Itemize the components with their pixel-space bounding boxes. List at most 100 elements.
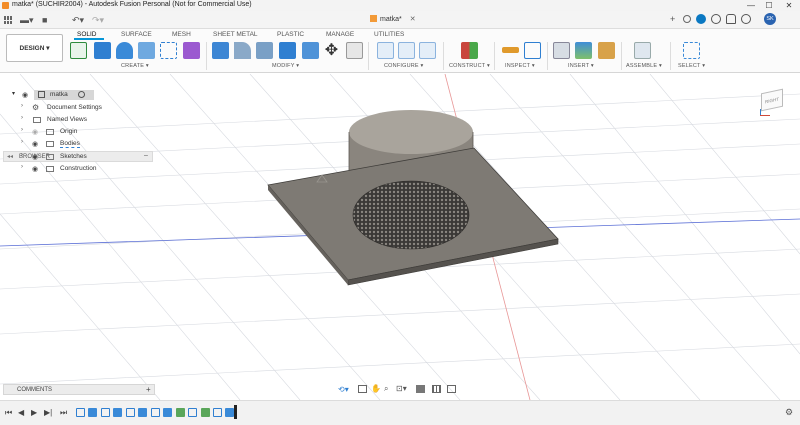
chevron-right-icon[interactable]: › bbox=[21, 115, 23, 121]
redo-icon[interactable]: ↷▾ bbox=[92, 15, 104, 26]
zoom-icon[interactable]: ⌕ bbox=[384, 384, 388, 394]
maximize-icon[interactable]: ☐ bbox=[760, 0, 778, 11]
step-forward-icon[interactable]: ▶| bbox=[44, 408, 52, 417]
close-tab-icon[interactable]: ✕ bbox=[410, 16, 416, 23]
configure-group-label[interactable]: CONFIGURE ▾ bbox=[384, 63, 424, 69]
eye-hidden-icon[interactable]: ◉ bbox=[32, 128, 38, 136]
bell-icon[interactable] bbox=[726, 14, 736, 24]
rectangular-pattern-icon[interactable] bbox=[160, 42, 177, 59]
fillet-icon[interactable] bbox=[234, 42, 251, 59]
construct-group-label[interactable]: CONSTRUCT ▾ bbox=[449, 63, 490, 69]
timeline-sketch-icon[interactable] bbox=[188, 408, 197, 417]
tab-surface[interactable]: SURFACE bbox=[121, 31, 152, 38]
tab-sheet-metal[interactable]: SHEET METAL bbox=[213, 31, 258, 38]
eye-icon[interactable]: ◉ bbox=[22, 91, 28, 99]
timeline-sketch-icon[interactable] bbox=[213, 408, 222, 417]
create-group-label[interactable]: CREATE ▾ bbox=[121, 63, 149, 69]
chevron-down-icon[interactable]: ▾ bbox=[12, 90, 15, 97]
offset-plane-icon[interactable] bbox=[461, 42, 478, 59]
timeline-extrude-icon[interactable] bbox=[88, 408, 97, 417]
display-settings-icon[interactable] bbox=[416, 385, 425, 393]
inspect-group-label[interactable]: INSPECT ▾ bbox=[505, 63, 535, 69]
select-group-label[interactable]: SELECT ▾ bbox=[678, 63, 705, 69]
timeline-settings-gear-icon[interactable]: ⚙ bbox=[785, 407, 793, 418]
timeline-sketch-icon[interactable] bbox=[151, 408, 160, 417]
configure-rule-icon[interactable] bbox=[419, 42, 436, 59]
pan-icon[interactable]: ✋ bbox=[371, 384, 381, 393]
revolve-icon[interactable] bbox=[116, 42, 133, 59]
timeline-pattern-icon[interactable] bbox=[201, 408, 210, 417]
browser-item-bodies[interactable]: › ◉ Bodies bbox=[0, 138, 150, 150]
browser-item-document-settings[interactable]: › ⚙ Document Settings bbox=[0, 102, 150, 114]
insert-group-label[interactable]: INSERT ▾ bbox=[568, 63, 594, 69]
assemble-group-label[interactable]: ASSEMBLE ▾ bbox=[626, 63, 662, 69]
timeline-sketch-icon[interactable] bbox=[126, 408, 135, 417]
viewcube-face[interactable]: RIGHT bbox=[761, 88, 783, 112]
go-to-end-icon[interactable]: ⏭ bbox=[60, 408, 67, 418]
document-tab[interactable]: matka* ✕ bbox=[370, 11, 416, 29]
chevron-right-icon[interactable]: › bbox=[21, 139, 23, 145]
browser-item-construction[interactable]: › ◉ Construction bbox=[0, 163, 150, 175]
timeline-sketch-icon[interactable] bbox=[101, 408, 110, 417]
eye-icon[interactable]: ◉ bbox=[32, 153, 38, 161]
grid-snaps-icon[interactable] bbox=[432, 385, 441, 393]
workspace-switcher-button[interactable]: DESIGN ▾ bbox=[6, 34, 63, 62]
go-to-start-icon[interactable]: ⏮ bbox=[5, 408, 12, 418]
play-icon[interactable]: ▶ bbox=[31, 408, 37, 417]
add-comment-icon[interactable]: + bbox=[146, 385, 151, 394]
close-icon[interactable]: ✕ bbox=[780, 0, 798, 11]
tab-utilities[interactable]: UTILITIES bbox=[374, 31, 404, 38]
activate-radio-icon[interactable] bbox=[78, 91, 85, 98]
insert-derive-icon[interactable] bbox=[553, 42, 570, 59]
orbit-icon[interactable]: ⟲▾ bbox=[338, 385, 349, 394]
job-status-icon[interactable] bbox=[696, 14, 706, 24]
timeline-extrude-icon[interactable] bbox=[138, 408, 147, 417]
file-menu-icon[interactable]: ▬▾ bbox=[20, 15, 34, 26]
chevron-right-icon[interactable]: › bbox=[21, 127, 23, 133]
undo-icon[interactable]: ↶▾ bbox=[72, 15, 84, 26]
timeline-extrude-icon[interactable] bbox=[113, 408, 122, 417]
step-back-icon[interactable]: ◀ bbox=[18, 408, 24, 417]
browser-item-sketches[interactable]: › ◉ Sketches bbox=[0, 151, 150, 163]
modify-group-label[interactable]: MODIFY ▾ bbox=[272, 63, 299, 69]
timeline-sketch-icon[interactable] bbox=[76, 408, 85, 417]
help-icon[interactable] bbox=[741, 14, 751, 24]
browser-root-row[interactable]: ▾ ◉ matka bbox=[0, 89, 150, 101]
tab-manage[interactable]: MANAGE bbox=[326, 31, 354, 38]
browser-item-named-views[interactable]: › Named Views bbox=[0, 114, 150, 126]
chamfer-icon[interactable] bbox=[256, 42, 273, 59]
look-at-icon[interactable] bbox=[358, 385, 367, 393]
insert-image-icon[interactable] bbox=[575, 42, 592, 59]
select-icon[interactable] bbox=[683, 42, 700, 59]
viewcube[interactable]: RIGHT bbox=[757, 85, 787, 116]
configure-design-icon[interactable] bbox=[377, 42, 394, 59]
minimize-icon[interactable]: — bbox=[742, 0, 760, 11]
viewports-icon[interactable] bbox=[447, 385, 456, 393]
configure-table-icon[interactable] bbox=[398, 42, 415, 59]
notifications-icon[interactable] bbox=[711, 14, 721, 24]
create-form-icon[interactable] bbox=[183, 42, 200, 59]
tab-plastic[interactable]: PLASTIC bbox=[277, 31, 304, 38]
new-tab-icon[interactable]: + bbox=[670, 14, 675, 24]
chevron-right-icon[interactable]: › bbox=[21, 103, 23, 109]
combine-icon[interactable] bbox=[302, 42, 319, 59]
shell-icon[interactable] bbox=[279, 42, 296, 59]
eye-icon[interactable]: ◉ bbox=[32, 165, 38, 173]
new-component-icon[interactable] bbox=[634, 42, 651, 59]
chevron-right-icon[interactable]: › bbox=[21, 152, 23, 158]
insert-mesh-icon[interactable] bbox=[598, 42, 615, 59]
hole-icon[interactable] bbox=[138, 42, 155, 59]
timeline-marker[interactable] bbox=[234, 405, 237, 419]
eye-icon[interactable]: ◉ bbox=[32, 140, 38, 148]
extrude-icon[interactable] bbox=[94, 42, 111, 59]
browser-item-origin[interactable]: › ◉ Origin bbox=[0, 126, 150, 138]
tab-solid[interactable]: SOLID bbox=[77, 31, 97, 38]
data-panel-icon[interactable] bbox=[4, 16, 12, 24]
tab-mesh[interactable]: MESH bbox=[172, 31, 191, 38]
measure-icon[interactable] bbox=[502, 47, 519, 53]
align-icon[interactable] bbox=[346, 42, 363, 59]
create-sketch-icon[interactable] bbox=[70, 42, 87, 59]
chevron-right-icon[interactable]: › bbox=[21, 164, 23, 170]
timeline-pattern-icon[interactable] bbox=[176, 408, 185, 417]
comments-panel[interactable]: COMMENTS + bbox=[3, 384, 155, 395]
